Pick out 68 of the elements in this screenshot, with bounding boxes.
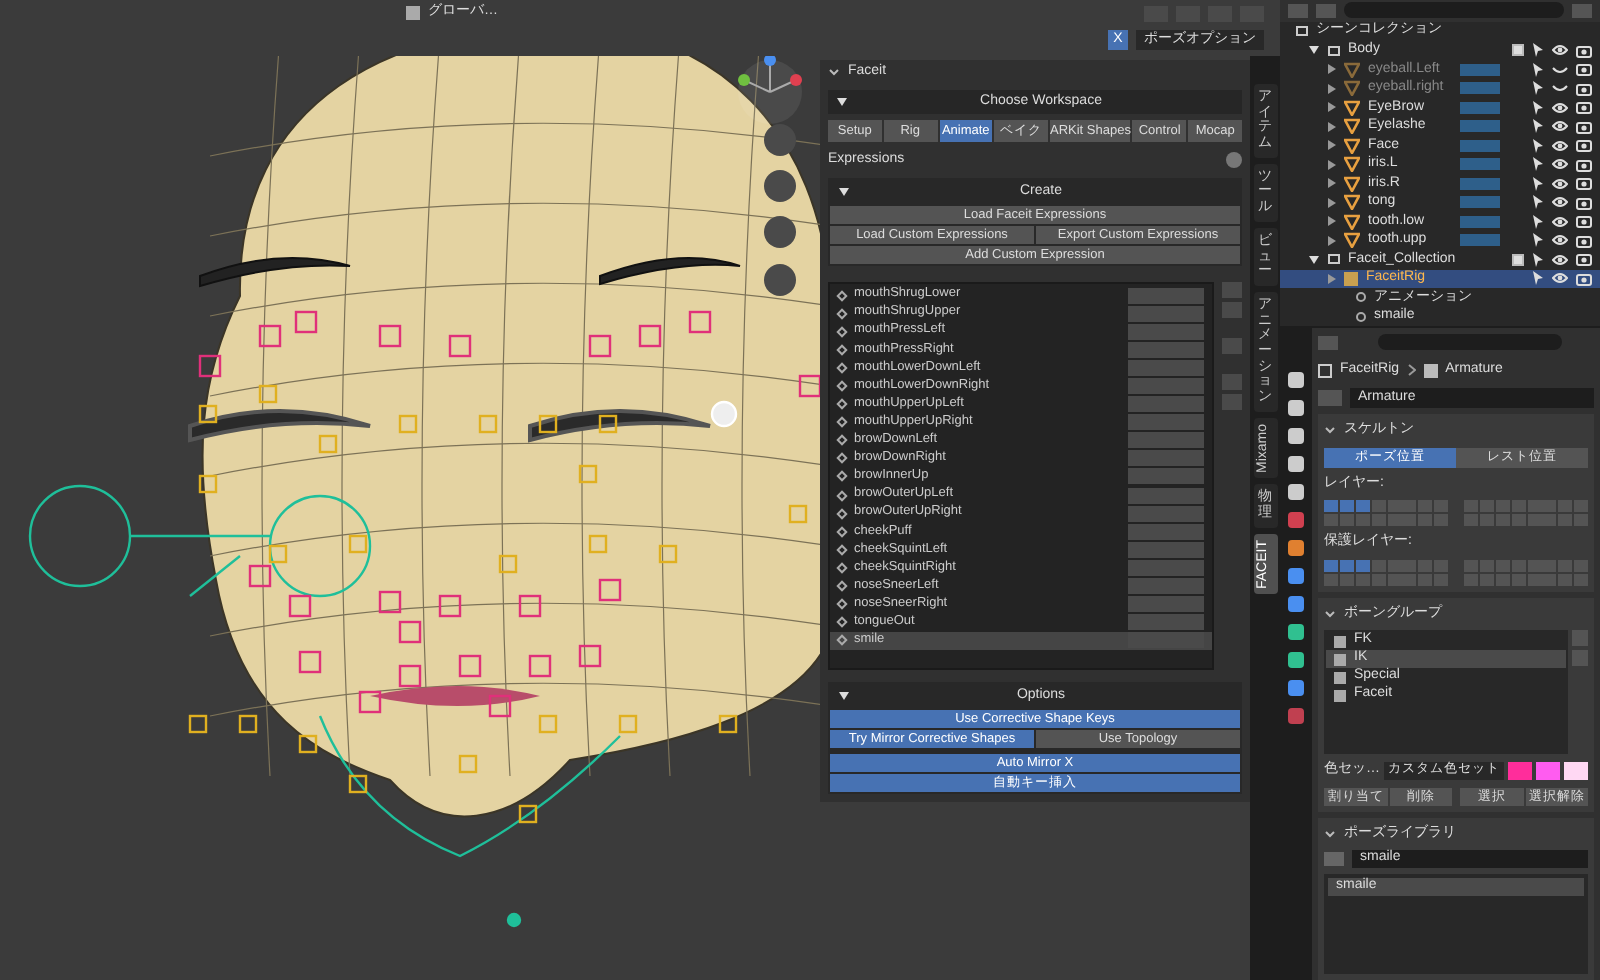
color-swatch[interactable] [1536,761,1560,780]
shape-key-icon [836,453,848,465]
camera-icon[interactable] [1576,195,1592,210]
eye-icon[interactable] [1552,234,1568,247]
shape-key-icon [836,562,848,574]
color-swatch[interactable] [1564,761,1588,780]
caret-icon [838,689,850,702]
shape-key-icon [836,398,848,410]
collection-icon [1328,45,1340,56]
shape-key-icon [836,344,848,356]
armature-data-icon [1423,363,1438,377]
camera-icon[interactable] [1576,62,1592,77]
shape-key-icon [836,507,848,519]
armature-object-icon [1318,363,1332,377]
shape-key-icon [836,580,848,592]
eye-icon[interactable] [1552,101,1568,114]
camera-icon[interactable] [1576,100,1592,115]
caret-icon [838,186,850,198]
caret-icon [1324,607,1336,620]
camera-icon[interactable] [1576,176,1592,191]
camera-icon[interactable] [1576,81,1592,96]
collection-icon [1296,26,1308,36]
shape-key-icon [836,362,848,374]
camera-icon[interactable] [1576,214,1592,229]
caret-icon [836,96,848,108]
camera-icon[interactable] [1576,252,1592,267]
eye-icon[interactable] [1552,215,1568,228]
armature-icon [1344,271,1358,286]
eye-icon[interactable] [1552,253,1568,266]
shape-key-icon [836,380,848,392]
help-icon[interactable] [1226,152,1242,168]
expand-arrow-icon[interactable] [1328,273,1336,284]
caret-icon [828,66,840,78]
shape-key-icon [836,471,848,483]
eye-icon[interactable] [1552,139,1568,152]
eye-icon[interactable] [1552,272,1568,285]
shape-key-icon [836,544,848,556]
shape-key-icon [836,289,848,301]
caret-icon [1308,44,1320,57]
shape-key-icon [836,325,848,338]
chevron-icon [1407,364,1416,376]
shape-key-icon [836,525,848,538]
eye-icon[interactable] [1552,196,1568,209]
camera-icon[interactable] [1576,157,1592,172]
camera-icon[interactable] [1576,233,1592,248]
shape-key-icon [836,434,848,447]
camera-icon[interactable] [1576,138,1592,153]
shape-key-icon [836,416,848,429]
checkbox[interactable] [1512,44,1524,57]
color-swatch[interactable] [1508,761,1532,780]
collection-icon [1328,254,1340,265]
shape-key-icon [836,489,848,501]
camera-icon[interactable] [1576,119,1592,134]
camera-icon[interactable] [1576,271,1592,286]
shape-key-icon [836,307,848,319]
shape-key-icon [836,598,848,610]
eye-icon[interactable] [1552,158,1568,171]
caret-icon [1324,827,1336,840]
shape-key-icon [836,616,848,629]
eye-icon[interactable] [1552,120,1568,133]
shape-key-icon [836,635,848,647]
checkbox[interactable] [1512,253,1524,266]
caret-icon [1308,253,1320,266]
eye-icon[interactable] [1552,44,1568,57]
axis-gizmo-icon[interactable] [738,56,802,124]
camera-icon[interactable] [1576,43,1592,58]
eye-icon[interactable] [1552,177,1568,190]
caret-icon [1324,424,1336,437]
